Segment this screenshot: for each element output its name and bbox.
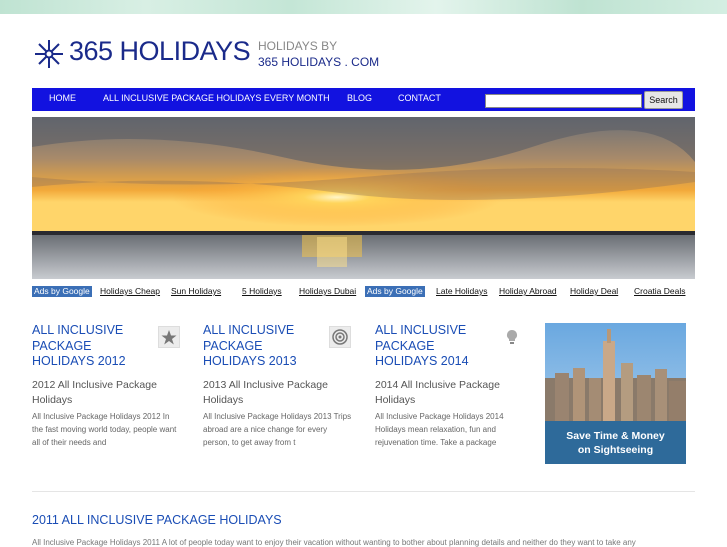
nav-contact[interactable]: CONTACT xyxy=(398,93,441,103)
post-card-2013: ALL INCLUSIVE PACKAGE HOLIDAYS 2013 2013… xyxy=(203,323,353,449)
nav-home[interactable]: HOME xyxy=(49,93,76,103)
star-icon xyxy=(158,326,180,348)
section-divider xyxy=(32,491,695,492)
post-subtitle[interactable]: 2013 All Inclusive Package Holidays xyxy=(203,378,348,408)
nav-all-inclusive[interactable]: ALL INCLUSIVE PACKAGE HOLIDAYS EVERY MON… xyxy=(103,93,330,103)
post-excerpt: All Inclusive Package Holidays 2012 In t… xyxy=(32,411,177,447)
post-card-2012: ALL INCLUSIVE PACKAGE HOLIDAYS 2012 2012… xyxy=(32,323,182,449)
ad-links-bar: Ads by Google Holidays Cheap Sun Holiday… xyxy=(32,286,695,298)
ad-banner[interactable]: Save Time & Money on Sightseeing xyxy=(545,323,686,464)
ads-by-google-label[interactable]: Ads by Google xyxy=(32,286,92,297)
post-excerpt: All Inclusive Package Holidays 2014 Holi… xyxy=(375,411,504,447)
search-input[interactable] xyxy=(485,94,642,108)
ad-link[interactable]: Holiday Deal xyxy=(570,286,618,297)
post-card-2014: ALL INCLUSIVE PACKAGE HOLIDAYS 2014 2014… xyxy=(375,323,525,449)
nyc-skyline-image xyxy=(545,323,686,464)
ad-link[interactable]: Holiday Abroad xyxy=(499,286,557,297)
ad-link[interactable]: Holidays Cheap xyxy=(100,286,160,297)
top-decoration-band xyxy=(0,0,727,14)
lightbulb-icon xyxy=(501,326,523,348)
post-subtitle[interactable]: 2014 All Inclusive Package Holidays xyxy=(375,378,520,408)
target-icon xyxy=(329,326,351,348)
ad-link[interactable]: 5 Holidays xyxy=(242,286,282,297)
section-excerpt: All Inclusive Package Holidays 2011 A lo… xyxy=(32,538,636,547)
post-excerpt: All Inclusive Package Holidays 2013 Trip… xyxy=(203,411,352,447)
hero-sunset-image xyxy=(32,117,695,279)
ad-caption-line-2: on Sightseeing xyxy=(577,444,654,456)
ad-link[interactable]: Croatia Deals xyxy=(634,286,686,297)
logo-star-icon xyxy=(35,40,63,68)
ads-by-google-label[interactable]: Ads by Google xyxy=(365,286,425,297)
site-logo[interactable]: 365 HOLIDAYS xyxy=(69,36,251,67)
ad-link[interactable]: Sun Holidays xyxy=(171,286,221,297)
tagline-line-1: HOLIDAYS BY xyxy=(258,39,338,53)
post-title[interactable]: ALL INCLUSIVE PACKAGE HOLIDAYS 2014 xyxy=(375,323,490,370)
nav-blog[interactable]: BLOG xyxy=(347,93,372,103)
ad-link[interactable]: Holidays Dubai xyxy=(299,286,356,297)
ad-caption-line-1: Save Time & Money xyxy=(566,430,665,442)
post-title[interactable]: ALL INCLUSIVE PACKAGE HOLIDAYS 2012 xyxy=(32,323,147,370)
ad-link[interactable]: Late Holidays xyxy=(436,286,488,297)
post-title[interactable]: ALL INCLUSIVE PACKAGE HOLIDAYS 2013 xyxy=(203,323,318,370)
main-navigation: HOME ALL INCLUSIVE PACKAGE HOLIDAYS EVER… xyxy=(32,88,695,111)
search-button[interactable]: Search xyxy=(644,91,683,109)
post-subtitle[interactable]: 2012 All Inclusive Package Holidays xyxy=(32,378,177,408)
section-title[interactable]: 2011 ALL INCLUSIVE PACKAGE HOLIDAYS xyxy=(32,513,282,527)
tagline-line-2: 365 HOLIDAYS . COM xyxy=(258,55,380,69)
